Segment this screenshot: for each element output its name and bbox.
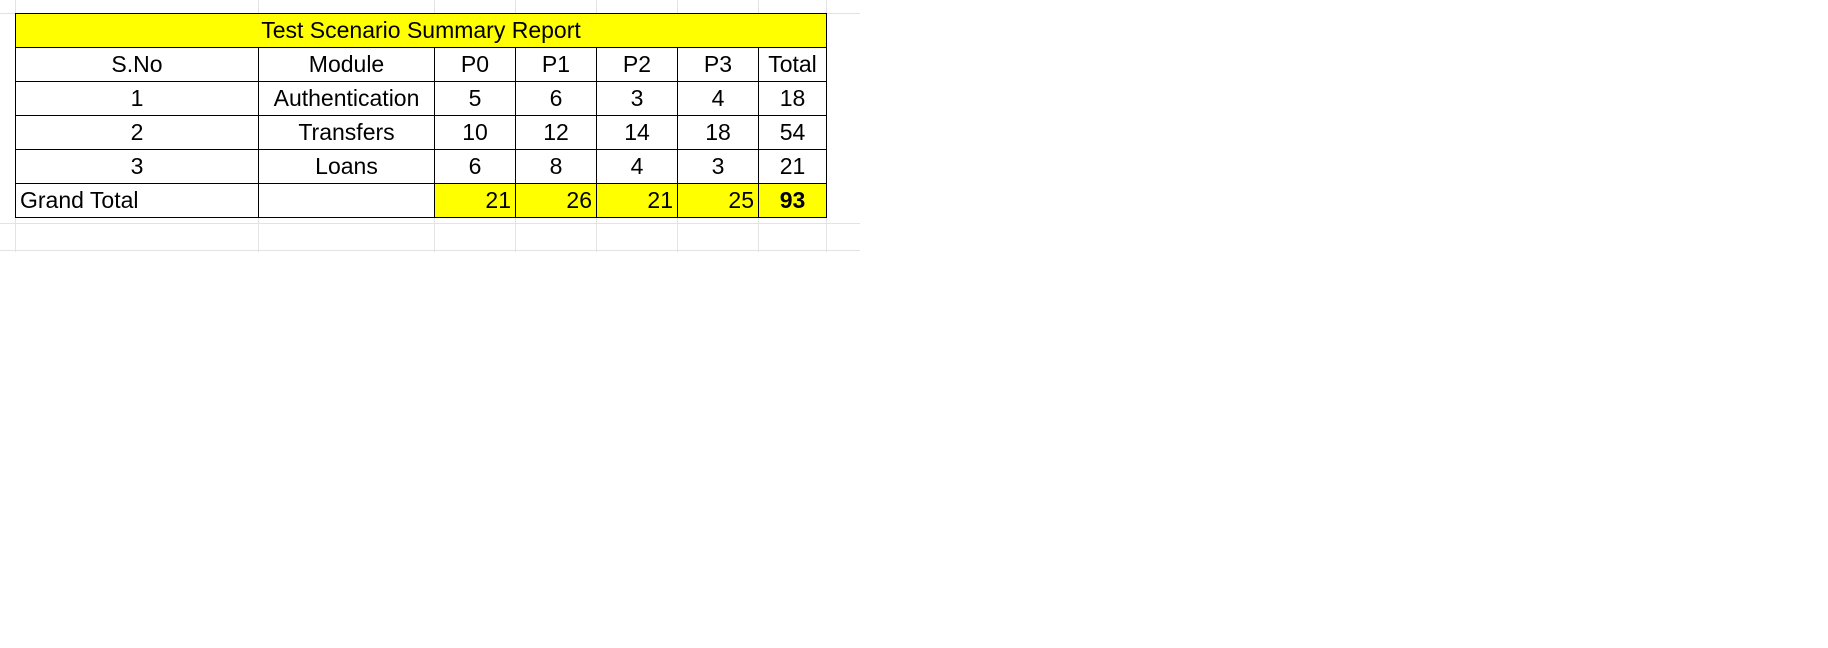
cell-sno[interactable]: 3 <box>15 149 259 184</box>
grand-total-module-cell[interactable] <box>258 183 435 218</box>
header-cell-p1[interactable]: P1 <box>515 47 597 82</box>
cell-p0[interactable]: 10 <box>434 115 516 150</box>
cell-p2[interactable]: 14 <box>596 115 678 150</box>
cell-module[interactable]: Loans <box>258 149 435 184</box>
cell-p0[interactable]: 6 <box>434 149 516 184</box>
cell-p3[interactable]: 3 <box>677 149 759 184</box>
grand-total-label[interactable]: Grand Total <box>15 183 259 218</box>
header-row: S.No Module P0 P1 P2 P3 Total <box>15 47 827 82</box>
cell-p1[interactable]: 6 <box>515 81 597 116</box>
cell-total[interactable]: 54 <box>758 115 827 150</box>
cell-module[interactable]: Transfers <box>258 115 435 150</box>
cell-p1[interactable]: 8 <box>515 149 597 184</box>
cell-module[interactable]: Authentication <box>258 81 435 116</box>
grand-total-p0[interactable]: 21 <box>434 183 516 218</box>
grand-total-p2[interactable]: 21 <box>596 183 678 218</box>
cell-p3[interactable]: 18 <box>677 115 759 150</box>
table-row: 3 Loans 6 8 4 3 21 <box>15 149 827 184</box>
table-row: 2 Transfers 10 12 14 18 54 <box>15 115 827 150</box>
cell-total[interactable]: 18 <box>758 81 827 116</box>
grand-total-total[interactable]: 93 <box>758 183 827 218</box>
cell-sno[interactable]: 1 <box>15 81 259 116</box>
title-row: Test Scenario Summary Report <box>15 13 827 48</box>
header-cell-module[interactable]: Module <box>258 47 435 82</box>
cell-sno[interactable]: 2 <box>15 115 259 150</box>
report-title[interactable]: Test Scenario Summary Report <box>15 13 827 48</box>
cell-p1[interactable]: 12 <box>515 115 597 150</box>
header-cell-total[interactable]: Total <box>758 47 827 82</box>
cell-p2[interactable]: 4 <box>596 149 678 184</box>
grand-total-row: Grand Total 21 26 21 25 93 <box>15 183 827 218</box>
summary-report-table: Test Scenario Summary Report S.No Module… <box>15 13 827 218</box>
header-cell-p3[interactable]: P3 <box>677 47 759 82</box>
cell-p3[interactable]: 4 <box>677 81 759 116</box>
table-row: 1 Authentication 5 6 3 4 18 <box>15 81 827 116</box>
cell-p0[interactable]: 5 <box>434 81 516 116</box>
header-cell-p2[interactable]: P2 <box>596 47 678 82</box>
header-cell-sno[interactable]: S.No <box>15 47 259 82</box>
cell-p2[interactable]: 3 <box>596 81 678 116</box>
grand-total-p1[interactable]: 26 <box>515 183 597 218</box>
grand-total-p3[interactable]: 25 <box>677 183 759 218</box>
cell-total[interactable]: 21 <box>758 149 827 184</box>
header-cell-p0[interactable]: P0 <box>434 47 516 82</box>
